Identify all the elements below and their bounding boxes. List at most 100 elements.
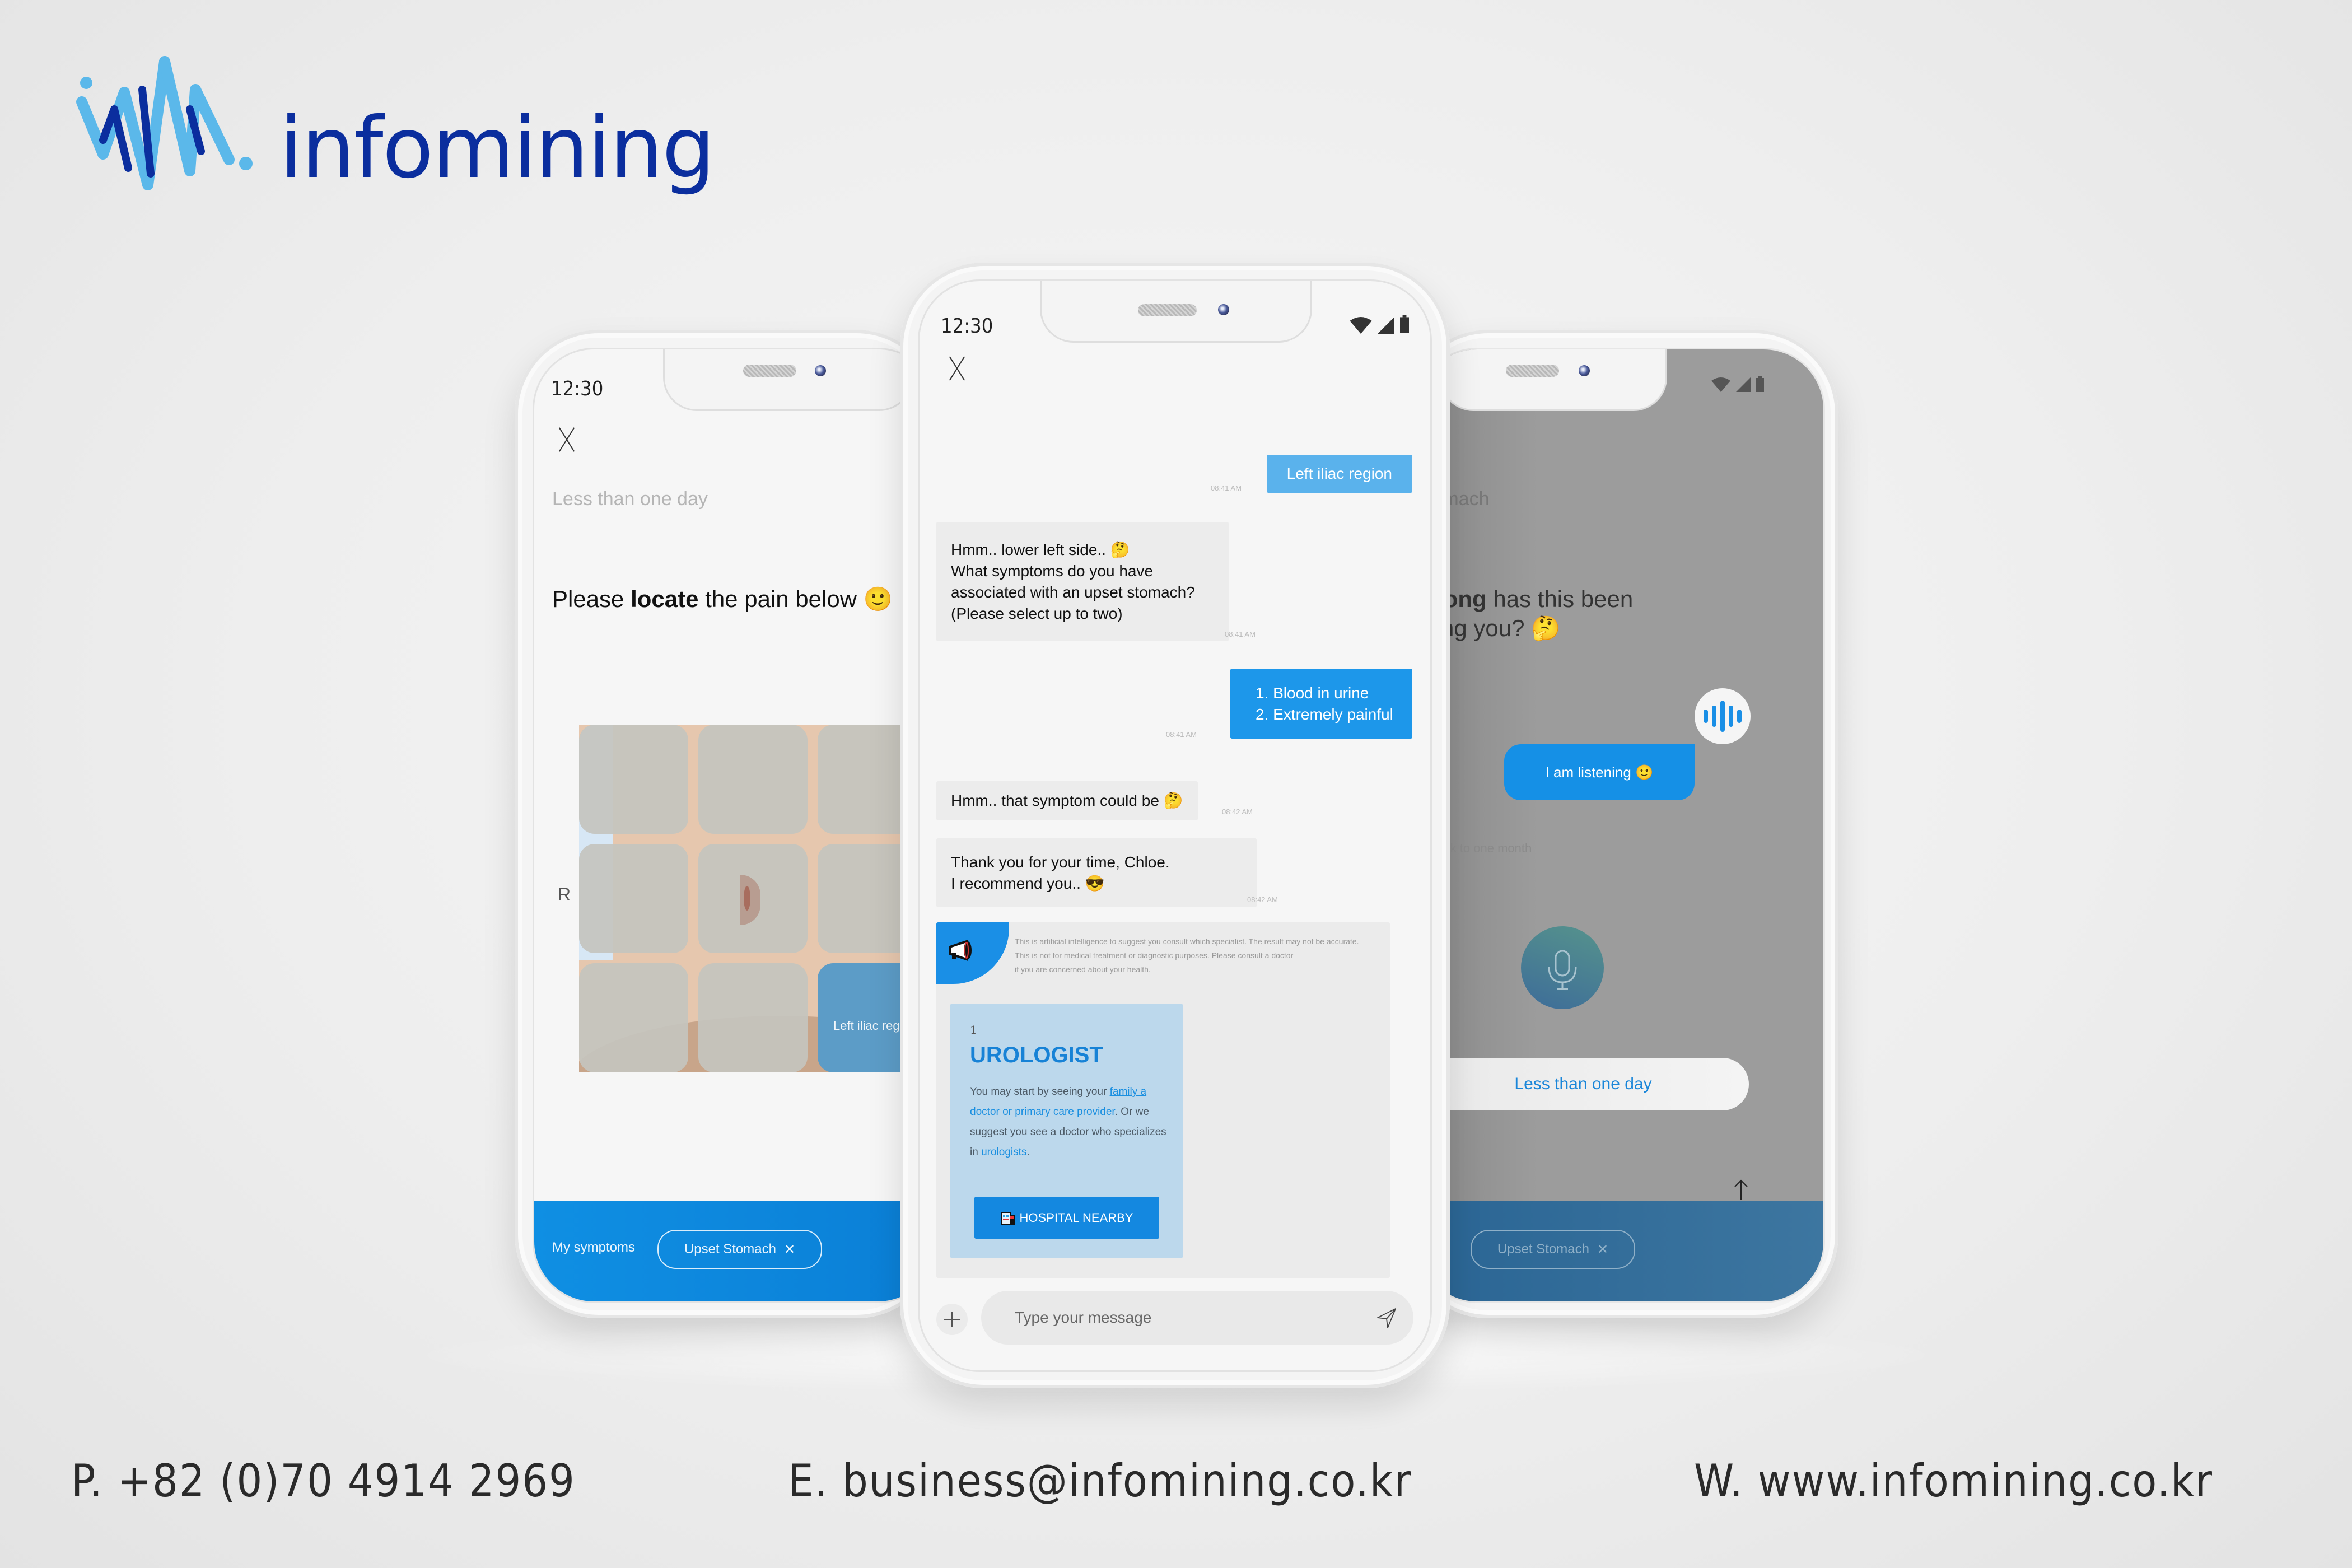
- question-suffix: the pain below 🙂: [705, 586, 893, 612]
- chat-screen: 12:30 Left iliac region 08:41 AM Hmm.. l…: [918, 279, 1432, 1372]
- message-line: Hmm.. that symptom could be 🤔: [951, 792, 1183, 809]
- message-input[interactable]: [981, 1291, 1413, 1345]
- message-timestamp: 08:42 AM: [1222, 808, 1253, 816]
- specialist-description: You may start by seeing your family a do…: [970, 1082, 1177, 1163]
- question-highlight: locate: [631, 586, 699, 612]
- desc-text: .: [1026, 1146, 1030, 1158]
- speaker: [1506, 365, 1559, 377]
- phone-center: 12:30 Left iliac region 08:41 AM Hmm.. l…: [900, 263, 1450, 1388]
- region-right-lumbar[interactable]: [579, 844, 688, 953]
- hospital-nearby-button[interactable]: HOSPITAL NEARBY: [974, 1197, 1159, 1239]
- message-line: What symptoms do you have: [951, 562, 1154, 580]
- phone-right: stomach v long has this been bling you? …: [1404, 330, 1838, 1318]
- chat-message-bot: Thank you for your time, Chloe. I recomm…: [936, 838, 1257, 907]
- notch: [663, 349, 913, 411]
- disclaimer-line: This is artificial intelligence to sugge…: [1015, 937, 1359, 946]
- camera: [1218, 304, 1229, 315]
- voice-wave-button[interactable]: [1695, 688, 1751, 744]
- message-line: Thank you for your time, Chloe.: [951, 853, 1170, 871]
- contact-email[interactable]: E. business@infomining.co.kr: [788, 1455, 1412, 1507]
- camera: [815, 365, 826, 376]
- status-icons: [1711, 376, 1764, 392]
- disclaimer-badge: [936, 922, 1009, 984]
- chat-message-user: 1. Blood in urine 2. Extremely painful: [1230, 669, 1412, 739]
- close-icon[interactable]: [554, 428, 578, 451]
- wave-bar: [1704, 710, 1708, 723]
- symptom-chip[interactable]: Upset Stomach ✕: [1471, 1230, 1635, 1269]
- microphone-button[interactable]: [1521, 926, 1604, 1009]
- region-right-iliac[interactable]: [579, 963, 688, 1072]
- symptoms-bar: My symptoms Upset Stomach ✕: [534, 1201, 937, 1301]
- microphone-icon: [1548, 950, 1577, 990]
- symptoms-bar: oms Upset Stomach ✕: [1417, 1201, 1823, 1301]
- wifi-icon: [1350, 317, 1372, 334]
- megaphone-icon: [949, 940, 972, 961]
- message-line: I recommend you.. 😎: [951, 874, 1105, 892]
- speaker: [743, 365, 796, 377]
- navel: [740, 875, 760, 925]
- region-umbilical[interactable]: [698, 844, 808, 953]
- notch: [1440, 349, 1667, 411]
- specialist-rank: 1: [970, 1023, 977, 1037]
- question-line1: has this been: [1493, 586, 1634, 612]
- right-side-label: R: [558, 884, 571, 904]
- region-right-hypochondriac[interactable]: [579, 725, 688, 834]
- hospital-nearby-label: HOSPITAL NEARBY: [1019, 1210, 1133, 1225]
- phone-left: 12:30 Less than one day Please locate th…: [515, 330, 940, 1318]
- scroll-up-icon[interactable]: [1733, 1178, 1749, 1201]
- message-line: 1. Blood in urine: [1256, 684, 1369, 702]
- wave-bar: [1729, 706, 1733, 727]
- contact-website[interactable]: W. www.infomining.co.kr: [1694, 1455, 2213, 1507]
- region-epigastric[interactable]: [698, 725, 808, 834]
- speaker: [1138, 304, 1197, 316]
- message-timestamp: 08:42 AM: [1247, 895, 1278, 904]
- symptom-chip[interactable]: Upset Stomach ✕: [657, 1230, 822, 1269]
- symptom-chip-label: Upset Stomach: [684, 1242, 776, 1257]
- right-screen: stomach v long has this been bling you? …: [1416, 348, 1825, 1303]
- region-hypogastric[interactable]: [698, 963, 808, 1072]
- symptom-chip-label: Upset Stomach: [1497, 1242, 1589, 1257]
- chat-message-user: Left iliac region: [1266, 455, 1412, 493]
- close-icon[interactable]: [945, 357, 968, 380]
- brand-wordmark: infomining: [279, 100, 715, 197]
- chat-message-bot: Hmm.. lower left side.. 🤔 What symptoms …: [936, 522, 1229, 641]
- previous-answer: Less than one day: [552, 488, 708, 510]
- message-line: Hmm.. lower left side.. 🤔: [951, 540, 1130, 558]
- wifi-icon: [1711, 377, 1730, 392]
- remove-icon[interactable]: ✕: [784, 1242, 795, 1258]
- message-line: 2. Extremely painful: [1256, 705, 1393, 723]
- question-text: Please locate the pain below 🙂: [552, 585, 893, 614]
- recommendation-card: This is artificial intelligence to sugge…: [936, 922, 1390, 1278]
- hospital-icon: [1000, 1211, 1015, 1225]
- logo-mark-icon: [76, 56, 253, 190]
- message-line: (Please select up to two): [951, 604, 1123, 622]
- message-timestamp: 08:41 AM: [1211, 484, 1242, 492]
- send-icon[interactable]: [1375, 1306, 1398, 1329]
- answer-option-button[interactable]: Less than one day: [1417, 1058, 1749, 1110]
- battery-icon: [1756, 376, 1764, 392]
- status-icons: [1350, 315, 1409, 334]
- specialist-card: 1 UROLOGIST You may start by seeing your…: [950, 1004, 1183, 1258]
- question-prefix: Please: [552, 586, 624, 612]
- symptoms-label: My symptoms: [552, 1240, 636, 1255]
- message-line: associated with an upset stomach?: [951, 583, 1195, 601]
- contact-phone: P. +82 (0)70 4914 2969: [71, 1455, 576, 1507]
- camera: [1579, 365, 1590, 376]
- disclaimer-line: This is not for medical treatment or dia…: [1015, 951, 1294, 960]
- urologists-link[interactable]: urologists: [981, 1146, 1026, 1158]
- message-line: Left iliac region: [1286, 465, 1392, 482]
- specialist-title: UROLOGIST: [970, 1043, 1103, 1067]
- message-composer: [936, 1291, 1413, 1347]
- disclaimer-text: This is artificial intelligence to sugge…: [1015, 935, 1359, 977]
- wave-bar: [1712, 706, 1716, 727]
- listening-bubble: I am listening 🙂: [1504, 744, 1695, 800]
- status-time: 12:30: [551, 377, 604, 400]
- chat-message-bot: Hmm.. that symptom could be 🤔: [936, 781, 1198, 820]
- signal-icon: [1378, 317, 1394, 334]
- battery-icon: [1400, 315, 1409, 333]
- add-attachment-button[interactable]: [936, 1304, 968, 1335]
- signal-icon: [1736, 377, 1751, 392]
- message-timestamp: 08:41 AM: [1166, 730, 1197, 739]
- remove-icon[interactable]: ✕: [1597, 1242, 1608, 1258]
- wave-bar: [1737, 710, 1742, 723]
